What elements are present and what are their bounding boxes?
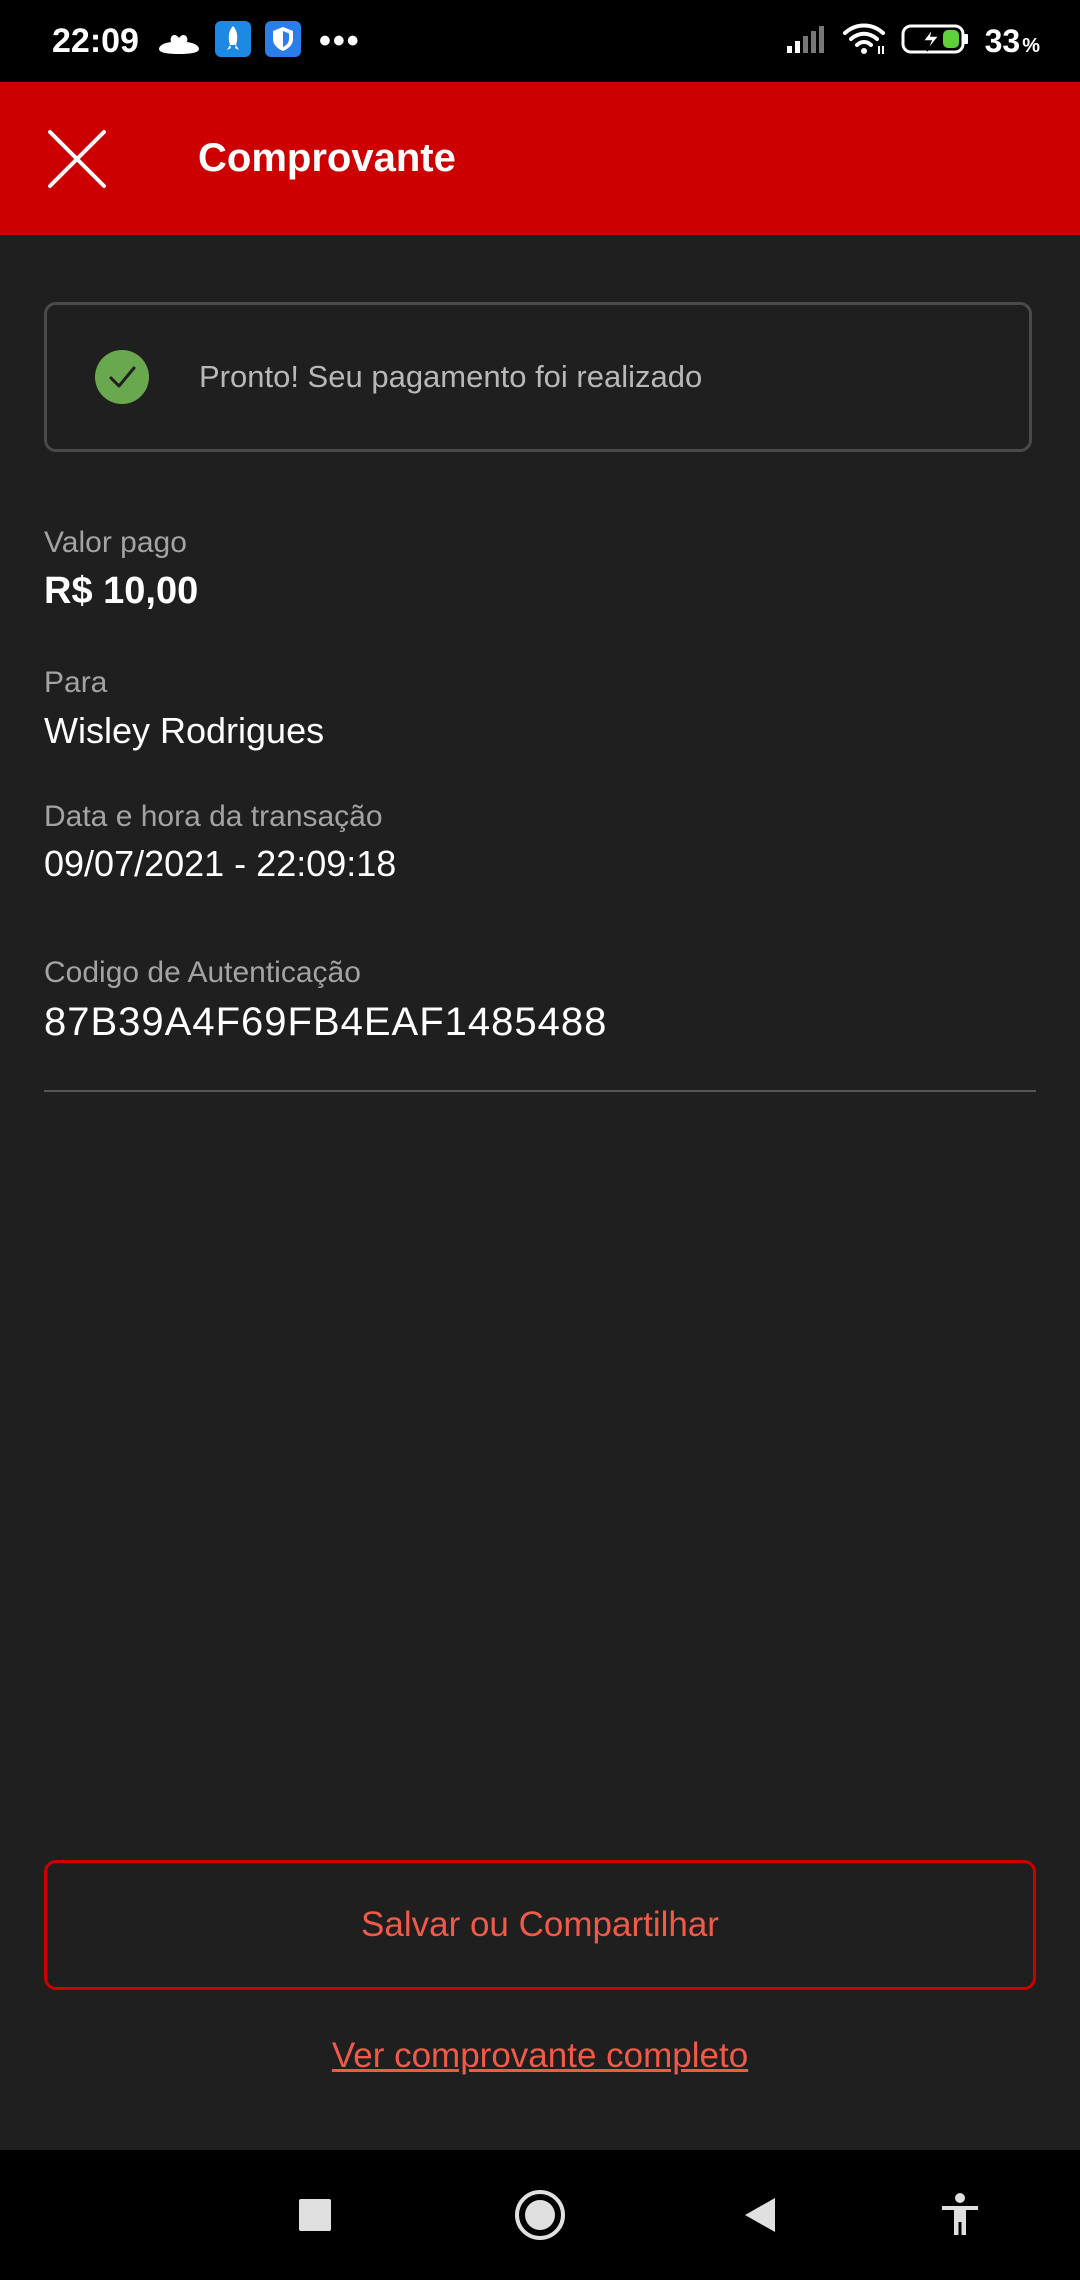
- battery-percent: 33: [984, 22, 1021, 59]
- back-button[interactable]: [715, 2150, 805, 2280]
- status-time: 22:09: [52, 21, 139, 60]
- recipient-label: Para: [44, 666, 108, 699]
- status-bar-left: 22:09 •••: [0, 20, 361, 62]
- status-bar-right: 33%: [785, 22, 1080, 61]
- wifi-icon: [841, 22, 887, 61]
- battery-charging-icon: [901, 23, 971, 60]
- more-notifications-icon: •••: [318, 21, 361, 60]
- success-message: Pronto! Seu pagamento foi realizado: [199, 359, 703, 394]
- home-button[interactable]: [495, 2150, 585, 2280]
- back-triangle-icon: [745, 2198, 775, 2232]
- signal-icon: [785, 24, 827, 59]
- recents-button[interactable]: [270, 2150, 360, 2280]
- recents-square-icon: [299, 2199, 331, 2231]
- app-bar: Comprovante: [0, 82, 1080, 235]
- amount-label: Valor pago: [44, 526, 187, 559]
- auth-code-value: 87B39A4F69FB4EAF1485488: [44, 1000, 608, 1044]
- shield-app-icon: [264, 20, 301, 62]
- battery-percent-unit: %: [1022, 34, 1040, 57]
- view-full-receipt-link[interactable]: Ver comprovante completo: [0, 2036, 1080, 2076]
- divider: [44, 1090, 1036, 1092]
- save-or-share-button[interactable]: Salvar ou Compartilhar: [44, 1860, 1036, 1990]
- recipient-value: Wisley Rodrigues: [44, 710, 325, 751]
- page-title: Comprovante: [198, 136, 456, 180]
- auth-code-label: Codigo de Autenticação: [44, 956, 361, 989]
- close-icon: [48, 130, 106, 188]
- accessibility-button[interactable]: [915, 2150, 1005, 2280]
- home-circle-icon: [515, 2190, 565, 2240]
- accessibility-icon: [942, 2193, 978, 2235]
- success-banner: Pronto! Seu pagamento foi realizado: [44, 302, 1032, 452]
- check-circle-icon: [95, 350, 149, 404]
- datetime-value: 09/07/2021 - 22:09:18: [44, 843, 397, 884]
- datetime-label: Data e hora da transação: [44, 800, 383, 833]
- santander-logo-icon: [157, 22, 201, 61]
- status-bar: 22:09 ••• 33 %: [0, 0, 1080, 82]
- rocket-app-icon: [214, 20, 251, 62]
- amount-value: R$ 10,00: [44, 570, 199, 612]
- navigation-bar: [0, 2150, 1080, 2280]
- close-button[interactable]: [46, 128, 108, 190]
